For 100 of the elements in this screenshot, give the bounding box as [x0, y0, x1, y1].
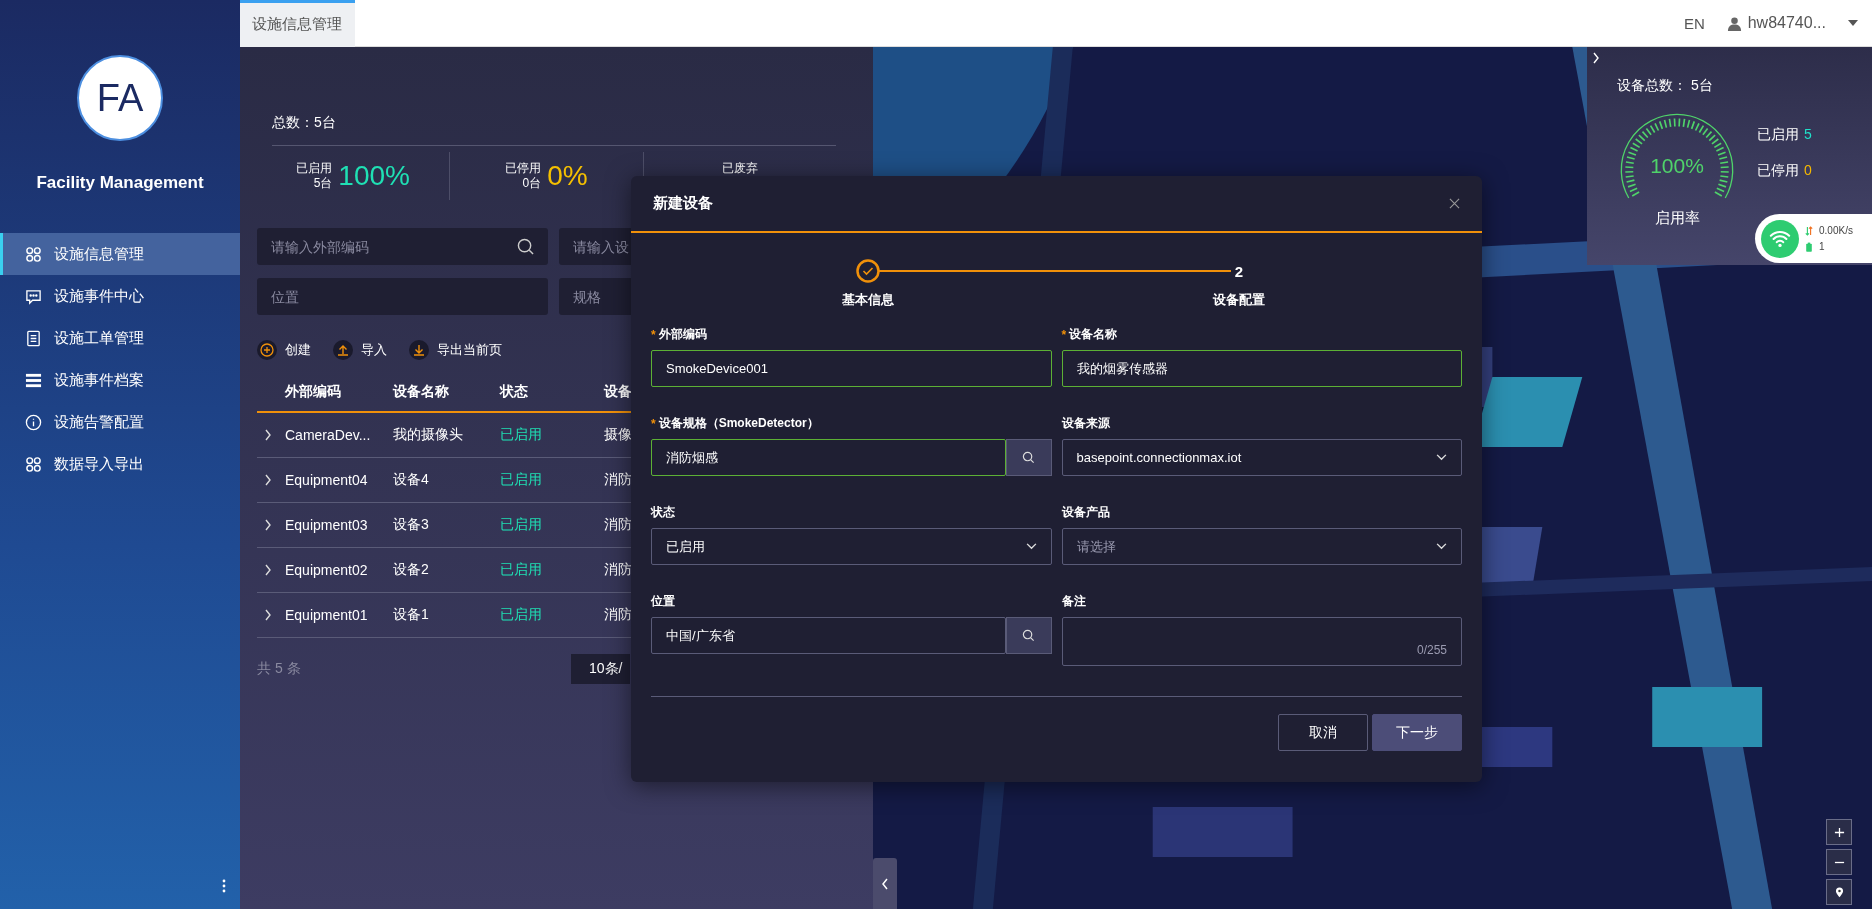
stat-label: 已启用: [1757, 126, 1799, 144]
search-icon[interactable]: [517, 238, 534, 255]
page-tab[interactable]: 设施信息管理: [240, 0, 355, 47]
app-title: Facility Management: [36, 173, 204, 193]
input-field[interactable]: 我的烟雾传感器: [1061, 350, 1462, 387]
stat-value: 5: [1804, 126, 1812, 144]
field-label: 位置: [651, 593, 675, 610]
wifi-icon: [1761, 219, 1799, 258]
input-field[interactable]: 中国/广东省: [651, 617, 1006, 654]
dialog-title: 新建设备: [653, 194, 714, 213]
field-label: 设备规格（SmokeDetector）: [658, 415, 819, 432]
grid-icon: [25, 245, 42, 263]
table-cell-text: Equipment01: [285, 607, 369, 623]
transfer-icon: [1805, 225, 1813, 236]
chevron-down-icon: [1436, 454, 1447, 461]
sidebar-item[interactable]: 设施事件中心: [0, 275, 240, 317]
required-mark: *: [651, 327, 656, 342]
select-field[interactable]: 请选择: [1061, 528, 1462, 565]
stat-label: 已废弃: [721, 161, 758, 176]
expand-icon[interactable]: [264, 609, 272, 621]
cancel-button[interactable]: 取消: [1278, 714, 1368, 751]
select-value: 已启用: [666, 537, 705, 556]
info-icon: [25, 413, 42, 431]
table-cell: 消防: [604, 606, 632, 624]
field-label: 备注: [1061, 593, 1086, 610]
expand-icon[interactable]: [264, 564, 272, 576]
column-header: 外部编码: [285, 383, 341, 401]
column-header: 设备名称: [393, 383, 449, 401]
sidebar-item[interactable]: 设施信息管理: [0, 233, 240, 275]
status-text: 已启用: [500, 426, 543, 444]
character-counter: 0/255: [1416, 643, 1447, 657]
table-cell: 消防: [604, 561, 632, 579]
action-link[interactable]: 创建: [257, 340, 311, 360]
required-mark: *: [651, 416, 656, 431]
close-icon[interactable]: [1449, 198, 1460, 209]
table-cell-text: Equipment04: [285, 472, 369, 488]
chevron-down-icon: [1025, 543, 1037, 550]
next-button[interactable]: 下一步: [1372, 714, 1462, 751]
expand-icon[interactable]: [264, 519, 272, 531]
sidebar-item[interactable]: 数据导入导出: [0, 443, 240, 485]
grid-icon: [25, 455, 42, 473]
locate-button[interactable]: [1826, 879, 1852, 905]
step-label: 设备配置: [1213, 291, 1265, 309]
input-field[interactable]: SmokeDevice001: [651, 350, 1052, 387]
user-name[interactable]: hw84740...: [1747, 14, 1826, 32]
sidebar-item[interactable]: 设施告警配置: [0, 401, 240, 443]
status-text: 已启用: [500, 606, 543, 624]
table-cell-text: 设备4: [393, 471, 430, 489]
plus-icon: [257, 340, 277, 360]
filter-field[interactable]: 请输入外部编码: [257, 228, 548, 265]
expand-icon[interactable]: [264, 429, 272, 441]
zoom-in-button[interactable]: [1826, 819, 1852, 845]
search-icon: [1022, 629, 1035, 642]
field-label: 状态: [651, 504, 675, 521]
select-field[interactable]: 已启用: [651, 528, 1052, 565]
list-icon: [25, 371, 42, 389]
table-cell-text: Equipment03: [285, 517, 369, 533]
table-cell: 摄像: [604, 426, 632, 444]
table-cell-text: 设备1: [393, 606, 430, 624]
stat-percent: 100%: [338, 160, 410, 192]
gauge-value: 100%: [1649, 154, 1705, 178]
table-cell-text: 设备3: [393, 516, 430, 534]
input-field[interactable]: 消防烟感: [651, 439, 1006, 476]
select-field[interactable]: basepoint.connectionmax.iot: [1061, 439, 1462, 476]
chevron-right-icon[interactable]: [1592, 52, 1600, 64]
search-button[interactable]: [1005, 617, 1052, 654]
sidebar-item[interactable]: 设施工单管理: [0, 317, 240, 359]
total-count: 总数：5台: [272, 114, 337, 132]
action-link[interactable]: 导入: [333, 340, 387, 360]
stat-count: 0台: [522, 176, 542, 191]
total-records: 共 5 条: [257, 660, 302, 678]
device-count: 1: [1819, 241, 1825, 252]
expand-icon[interactable]: [264, 474, 272, 486]
gauge-label: 启用率: [1653, 209, 1701, 228]
sidebar-item[interactable]: 设施事件档案: [0, 359, 240, 401]
document-icon: [25, 329, 42, 347]
language-link[interactable]: EN: [1683, 14, 1705, 32]
stat-label: 已停用: [505, 161, 542, 176]
search-icon: [1022, 451, 1035, 464]
table-cell-text: 我的摄像头: [393, 426, 464, 444]
network-speed: 0.00K/s: [1819, 225, 1853, 236]
field-label: 外部编码: [658, 326, 707, 343]
filter-field[interactable]: 位置: [257, 278, 548, 315]
table-cell-text: CameraDev...: [285, 427, 372, 443]
status-text: 已启用: [500, 516, 543, 534]
page-size-select[interactable]: 10条/: [571, 654, 631, 684]
caret-icon[interactable]: [1848, 20, 1858, 26]
status-text: 已启用: [500, 471, 543, 489]
stat-label: 已启用: [296, 161, 333, 176]
textarea-field[interactable]: 0/255: [1061, 617, 1462, 666]
field-label: 设备产品: [1061, 504, 1110, 521]
action-link[interactable]: 导出当前页: [409, 340, 502, 360]
table-cell: 消防: [604, 471, 632, 489]
more-icon[interactable]: [222, 879, 226, 893]
search-button[interactable]: [1005, 439, 1052, 476]
location-pin-icon: [1833, 886, 1845, 898]
field-label: 设备来源: [1061, 415, 1110, 432]
column-header: 设备: [604, 383, 632, 401]
device-total: 设备总数： 5台: [1617, 77, 1714, 95]
stat-count: 5台: [313, 176, 333, 191]
